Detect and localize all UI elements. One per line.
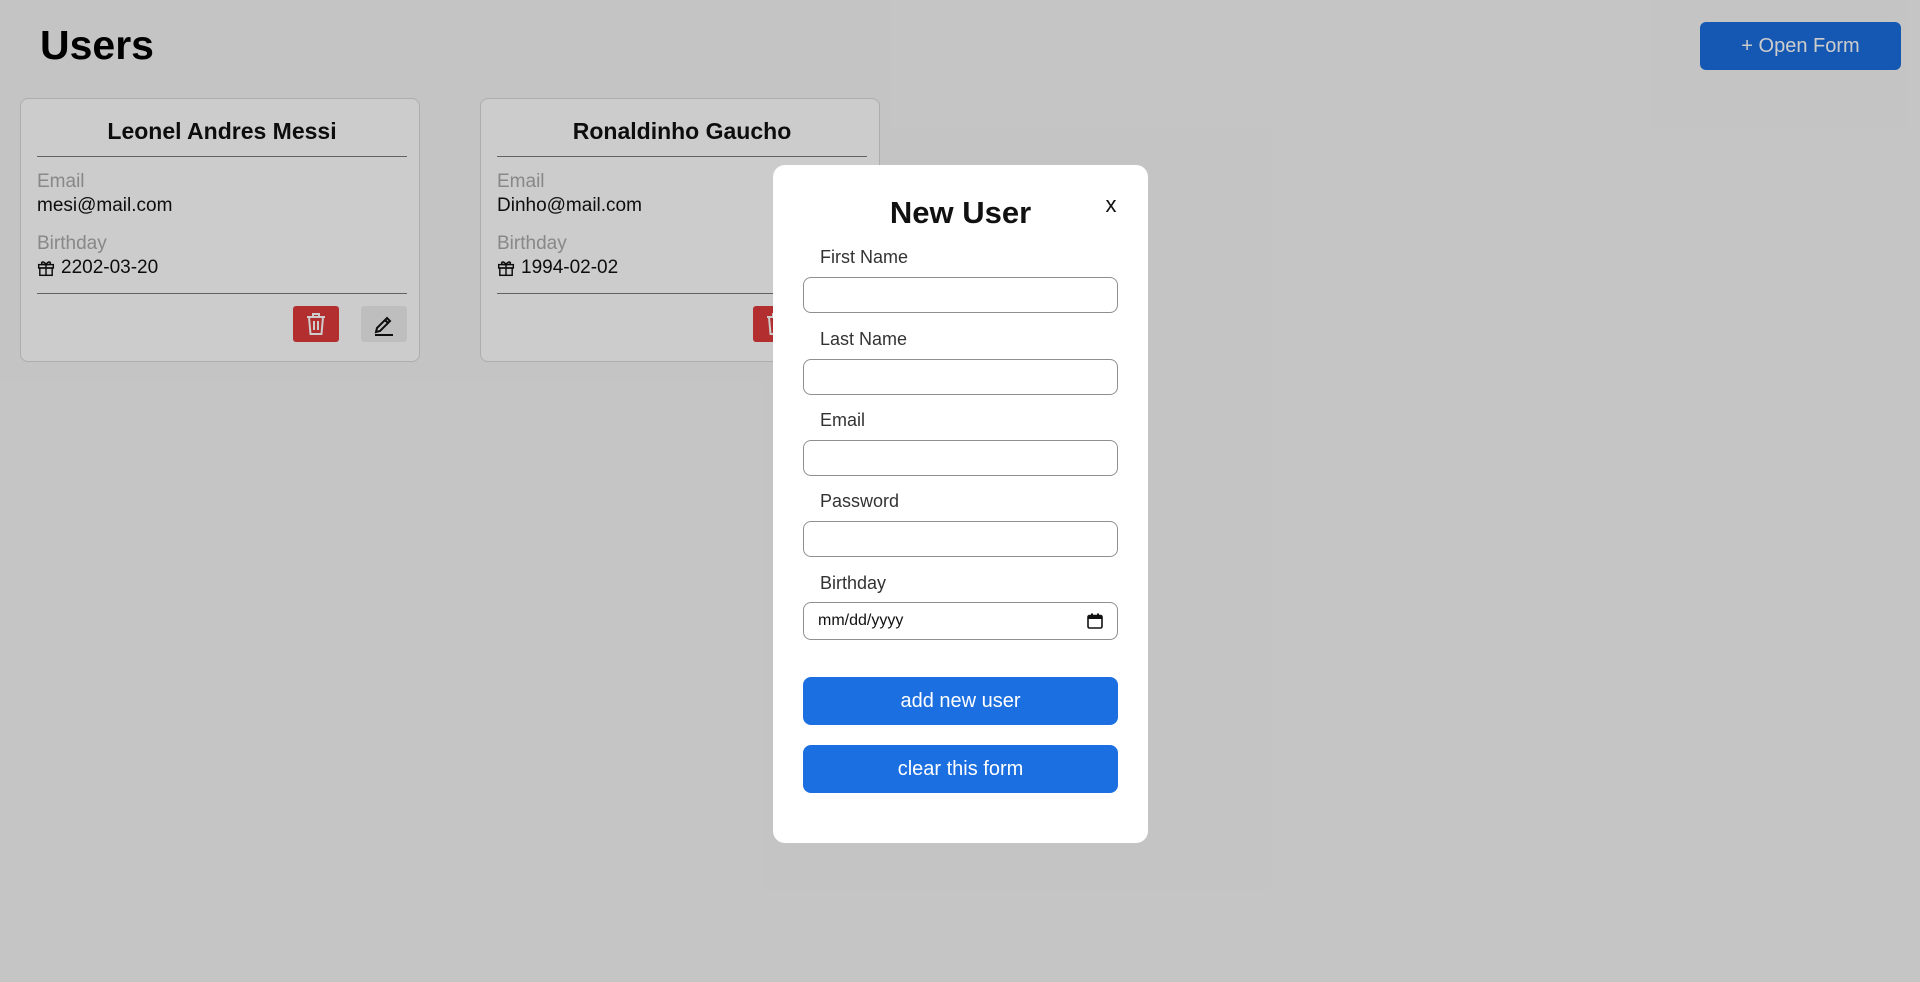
email-field[interactable] (803, 440, 1118, 476)
email-field-label: Email (820, 410, 866, 430)
last-name-label: Last Name (820, 329, 908, 349)
add-new-user-button[interactable]: add new user (803, 677, 1118, 725)
date-placeholder: mm/dd/yyyy (818, 612, 904, 629)
password-label: Password (820, 491, 900, 511)
close-modal-button[interactable]: x (1097, 191, 1125, 219)
first-name-label: First Name (820, 247, 909, 267)
modal-title: New User (889, 195, 1032, 230)
users-page: Users + Open Form Leonel Andres Messi Em… (0, 0, 1920, 982)
last-name-input[interactable] (803, 359, 1118, 395)
password-field[interactable] (803, 521, 1118, 557)
first-name-input[interactable] (803, 277, 1118, 313)
new-user-modal: New User x First Name Last Name Email Pa… (773, 165, 1148, 843)
calendar-icon[interactable] (1087, 613, 1103, 629)
birthday-field-label: Birthday (820, 573, 887, 593)
birthday-date-input[interactable]: mm/dd/yyyy (803, 602, 1118, 640)
clear-form-button[interactable]: clear this form (803, 745, 1118, 793)
